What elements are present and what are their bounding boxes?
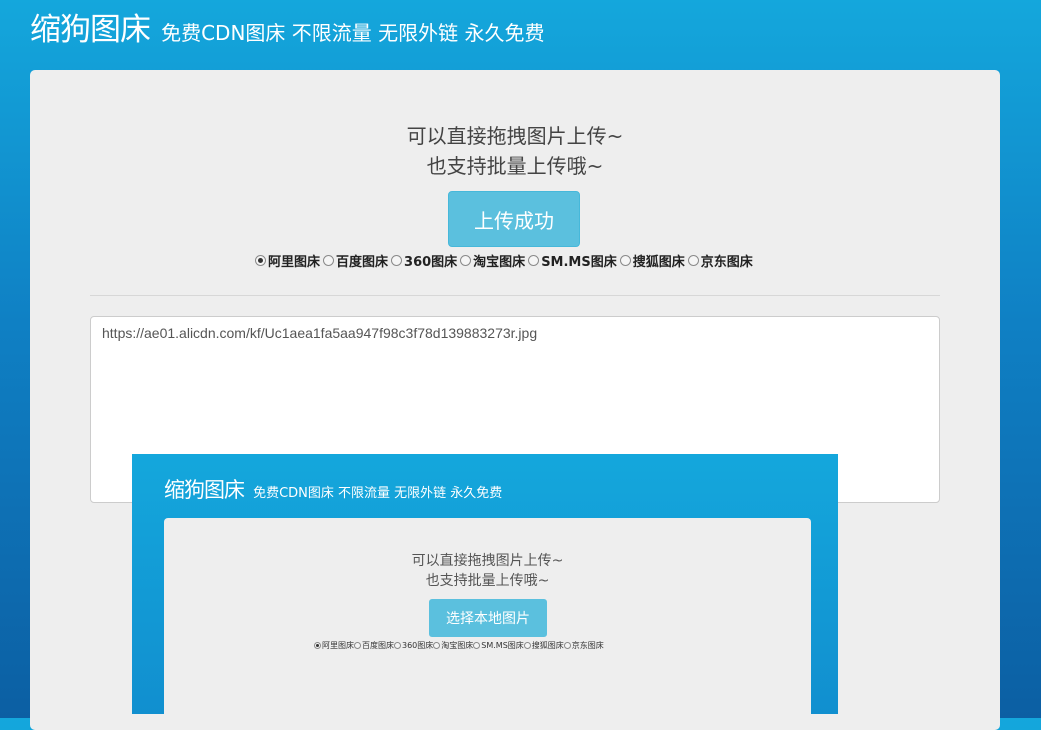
site-subtitle: 免费CDN图床 不限流量 无限外链 永久免费 (161, 21, 545, 45)
radio-taobao[interactable] (460, 255, 472, 266)
preview-subtitle: 免费CDN图床 不限流量 无限外链 永久免费 (253, 486, 503, 501)
preview-host-label: 360图床 (402, 641, 434, 650)
preview-radio (354, 642, 361, 649)
preview-radio (473, 642, 481, 649)
preview-radio (394, 642, 401, 649)
upload-button[interactable]: 上传成功 (448, 191, 580, 247)
host-label-taobao: 淘宝图床 (473, 255, 526, 270)
host-label-jd: 京东图床 (700, 255, 753, 270)
preview-host-label: 淘宝图床 (441, 641, 474, 650)
preview-radio (563, 642, 571, 649)
radio-sohu[interactable] (619, 255, 631, 266)
preview-host-options: 阿里图床 百度图床 360图床 淘宝图床 SM.MS图床 搜狐图床 京东图床 (314, 640, 604, 651)
preview-radio (433, 642, 441, 649)
host-option-ali[interactable]: 阿里图床 (255, 251, 320, 270)
preview-radio (314, 642, 321, 649)
preview-host-label: 阿里图床 (322, 641, 354, 650)
host-option-jd[interactable]: 京东图床 (687, 251, 753, 270)
drag-hint: 可以直接拖拽图片上传~ (406, 124, 624, 148)
site-header: 缩狗图床 免费CDN图床 不限流量 无限外链 永久免费 (30, 4, 545, 49)
uploaded-image-preview: 缩狗图床 免费CDN图床 不限流量 无限外链 永久免费 可以直接拖拽图片上传~ … (132, 454, 838, 714)
host-option-baidu[interactable]: 百度图床 (323, 251, 388, 270)
radio-jd[interactable] (687, 255, 699, 266)
result-url: https://ae01.alicdn.com/kf/Uc1aea1fa5aa9… (102, 325, 538, 341)
host-option-smms[interactable]: SM.MS图床 (528, 251, 617, 270)
host-label-360: 360图床 (404, 255, 458, 270)
host-label-ali: 阿里图床 (268, 255, 321, 270)
preview-title: 缩狗图床 (164, 478, 245, 502)
preview-host-label: SM.MS图床 (481, 641, 524, 650)
preview-header: 缩狗图床 免费CDN图床 不限流量 无限外链 永久免费 (164, 474, 502, 504)
radio-baidu[interactable] (323, 255, 335, 266)
host-label-baidu: 百度图床 (336, 255, 389, 270)
preview-select-button: 选择本地图片 (429, 599, 547, 637)
site-title: 缩狗图床 (30, 12, 151, 48)
radio-smms[interactable] (528, 255, 540, 266)
preview-batch-hint: 也支持批量上传哦~ (425, 573, 550, 589)
host-options: 阿里图床 百度图床 360图床 淘宝图床 SM.MS图床 搜狐图床 京东图床 (255, 251, 756, 270)
preview-panel: 可以直接拖拽图片上传~ 也支持批量上传哦~ 选择本地图片 阿里图床 百度图床 3… (164, 518, 811, 714)
preview-host-label: 百度图床 (362, 641, 394, 650)
divider (90, 295, 940, 296)
host-option-360[interactable]: 360图床 (391, 251, 457, 270)
preview-host-label: 搜狐图床 (531, 641, 564, 650)
preview-host-label: 京东图床 (571, 641, 604, 650)
batch-hint: 也支持批量上传哦~ (426, 154, 604, 178)
radio-360[interactable] (391, 255, 403, 266)
preview-drag-hint: 可以直接拖拽图片上传~ (411, 553, 564, 569)
host-option-taobao[interactable]: 淘宝图床 (460, 251, 525, 270)
host-option-sohu[interactable]: 搜狐图床 (619, 251, 685, 270)
preview-radio (523, 642, 531, 649)
host-label-sohu: 搜狐图床 (632, 255, 685, 270)
radio-ali[interactable] (255, 255, 266, 266)
host-label-smms: SM.MS图床 (541, 255, 617, 270)
